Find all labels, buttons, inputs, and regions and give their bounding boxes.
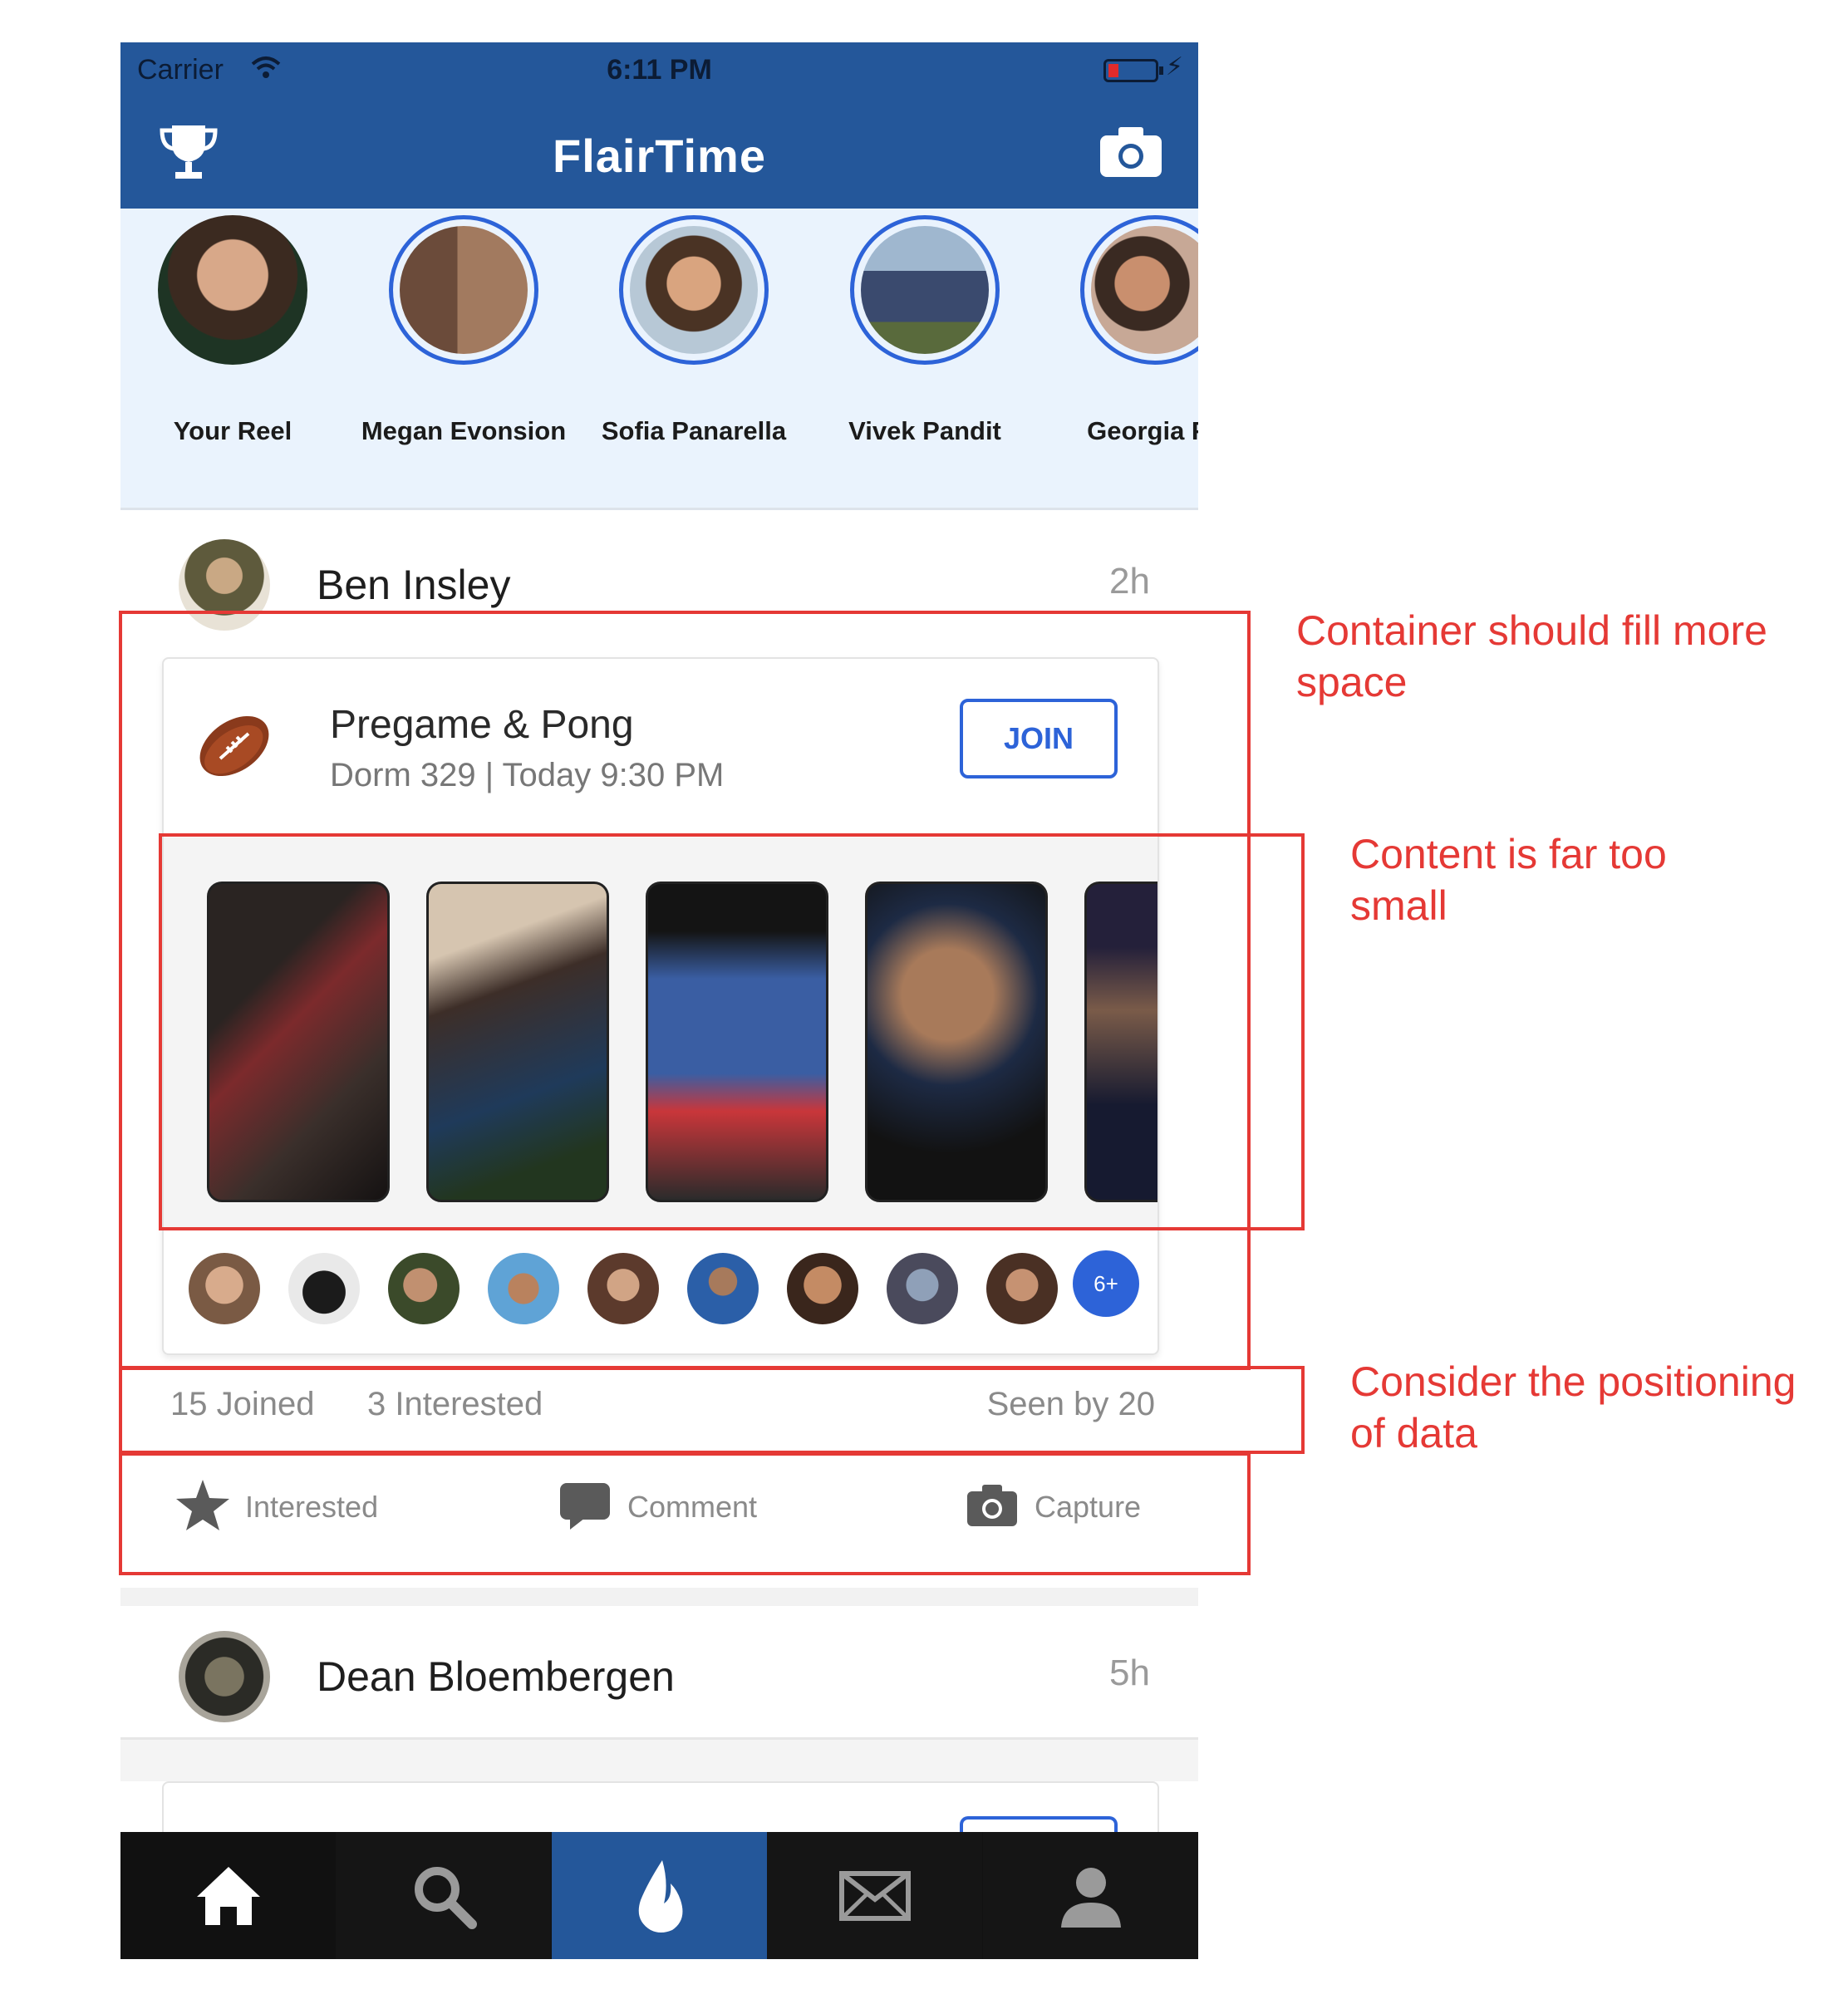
story-item[interactable]: Your Reel bbox=[125, 209, 341, 491]
annotation-box-actions bbox=[119, 1452, 1251, 1575]
battery-icon bbox=[1103, 59, 1163, 82]
stories-row: Your Reel Megan Evonsion Sofia Panarella… bbox=[120, 209, 1198, 510]
tab-messages[interactable] bbox=[767, 1832, 982, 1959]
post-divider bbox=[120, 1740, 1198, 1781]
mail-icon bbox=[838, 1870, 911, 1921]
post-author[interactable]: Ben Insley bbox=[317, 561, 510, 609]
annotation-note-data: Consider the positioning of data bbox=[1350, 1358, 1796, 1456]
story-avatar bbox=[850, 215, 1000, 365]
story-label: Georgia Fo bbox=[1087, 416, 1198, 445]
charging-icon: ⚡ bbox=[1165, 53, 1183, 81]
annotation-box-data bbox=[119, 1366, 1305, 1454]
story-avatar bbox=[1080, 215, 1198, 365]
avatar[interactable] bbox=[179, 1631, 270, 1722]
flame-icon bbox=[638, 1859, 682, 1933]
post-time: 2h bbox=[1109, 561, 1150, 602]
annotation-note-container: Container should fill more space bbox=[1296, 607, 1767, 705]
story-item[interactable]: Sofia Panarella bbox=[586, 209, 802, 491]
search-icon bbox=[414, 1866, 477, 1929]
tab-search[interactable] bbox=[336, 1832, 551, 1959]
story-item[interactable]: Megan Evonsion bbox=[356, 209, 572, 491]
tab-home[interactable] bbox=[120, 1832, 336, 1959]
post-divider bbox=[120, 1588, 1198, 1606]
story-avatar bbox=[389, 215, 538, 365]
profile-icon bbox=[1060, 1867, 1121, 1928]
story-item[interactable]: Vivek Pandit bbox=[817, 209, 1033, 491]
tab-profile[interactable] bbox=[983, 1832, 1198, 1959]
home-icon bbox=[196, 1866, 260, 1925]
post-header[interactable]: Dean Bloembergen 5h bbox=[120, 1604, 1198, 1741]
post-time: 5h bbox=[1109, 1653, 1150, 1693]
app-header: FlairTime bbox=[120, 99, 1198, 209]
story-label: Megan Evonsion bbox=[361, 416, 567, 445]
story-label: Vivek Pandit bbox=[848, 416, 1001, 445]
camera-icon[interactable] bbox=[1097, 122, 1165, 182]
annotation-note-content: Content is far too small bbox=[1350, 831, 1667, 929]
post-author[interactable]: Dean Bloembergen bbox=[317, 1653, 675, 1701]
story-item[interactable]: Georgia Fo bbox=[1047, 209, 1198, 491]
tab-flair[interactable] bbox=[552, 1832, 767, 1959]
story-avatar bbox=[158, 215, 307, 365]
story-label: Sofia Panarella bbox=[601, 416, 787, 445]
story-label: Your Reel bbox=[173, 416, 292, 445]
story-avatar bbox=[619, 215, 769, 365]
app-title: FlairTime bbox=[553, 130, 766, 182]
tab-bar bbox=[120, 1832, 1198, 1959]
annotation-box-content bbox=[159, 833, 1305, 1230]
status-time: 6:11 PM bbox=[607, 54, 712, 86]
status-bar: Carrier 6:11 PM ⚡ bbox=[120, 42, 1198, 99]
